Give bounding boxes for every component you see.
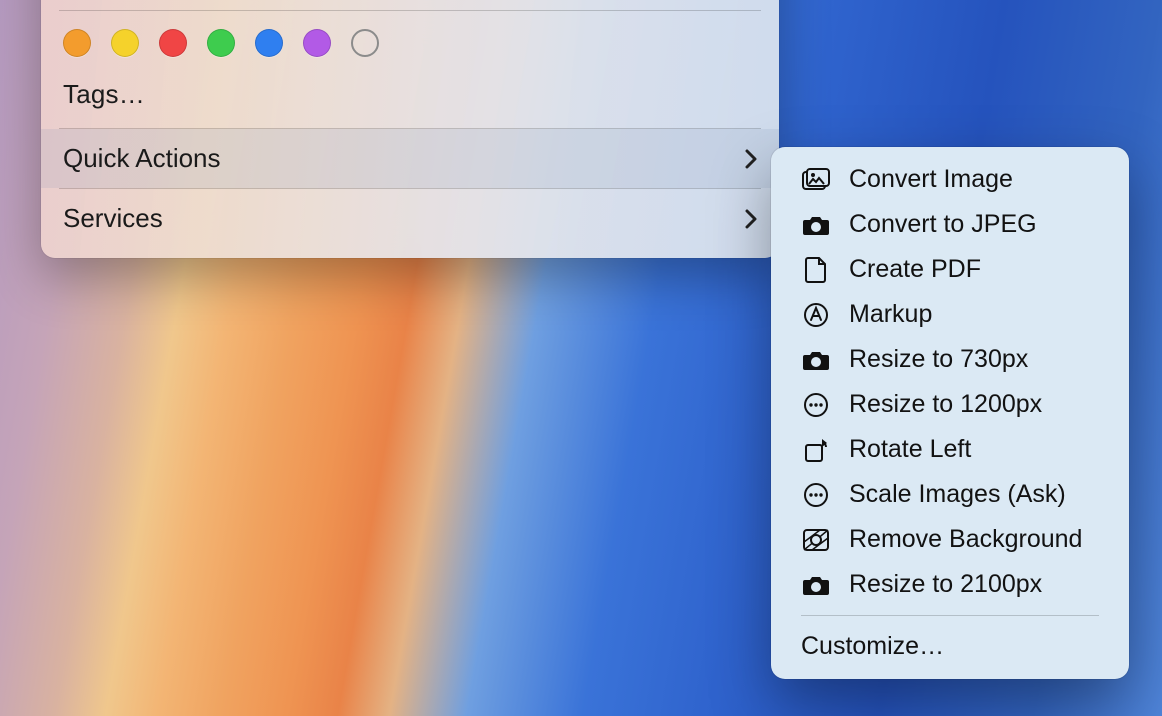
- markup-icon: [801, 302, 831, 328]
- camera-icon: [801, 349, 831, 371]
- submenu-item-label: Convert to JPEG: [849, 210, 1037, 239]
- camera-icon: [801, 214, 831, 236]
- submenu-item-label: Resize to 2100px: [849, 570, 1042, 599]
- submenu-item-label: Scale Images (Ask): [849, 480, 1066, 509]
- submenu-item-remove-background[interactable]: Remove Background: [771, 517, 1129, 562]
- menu-item-label: Services: [63, 203, 163, 234]
- submenu-item-label: Resize to 730px: [849, 345, 1028, 374]
- submenu-item-resize-2100[interactable]: Resize to 2100px: [771, 562, 1129, 607]
- submenu-item-resize-1200[interactable]: Resize to 1200px: [771, 382, 1129, 427]
- submenu-item-label: Customize…: [801, 632, 944, 661]
- submenu-item-convert-jpeg[interactable]: Convert to JPEG: [771, 202, 1129, 247]
- document-icon: [801, 257, 831, 283]
- desktop-background: Tags… Quick Actions Services Convert Ima…: [0, 0, 1162, 716]
- submenu-item-convert-image[interactable]: Convert Image: [771, 157, 1129, 202]
- quick-actions-menu-item[interactable]: Quick Actions: [41, 129, 779, 188]
- submenu-item-label: Rotate Left: [849, 435, 971, 464]
- tag-blue[interactable]: [255, 29, 283, 57]
- tag-red[interactable]: [159, 29, 187, 57]
- submenu-item-label: Markup: [849, 300, 932, 329]
- submenu-item-label: Remove Background: [849, 525, 1082, 554]
- remove-bg-icon: [801, 528, 831, 552]
- menu-item-label: Quick Actions: [63, 143, 221, 174]
- submenu-item-customize[interactable]: Customize…: [771, 624, 1129, 669]
- tag-purple[interactable]: [303, 29, 331, 57]
- rotate-left-icon: [801, 437, 831, 463]
- chevron-right-icon: [745, 149, 757, 169]
- tag-green[interactable]: [207, 29, 235, 57]
- ellipsis-circle-icon: [801, 482, 831, 508]
- submenu-item-label: Resize to 1200px: [849, 390, 1042, 419]
- tag-none[interactable]: [351, 29, 379, 57]
- submenu-item-label: Convert Image: [849, 165, 1013, 194]
- submenu-item-label: Create PDF: [849, 255, 981, 284]
- menu-upper-offscreen: [41, 0, 779, 10]
- services-menu-item[interactable]: Services: [41, 189, 779, 248]
- submenu-item-resize-730[interactable]: Resize to 730px: [771, 337, 1129, 382]
- submenu-item-markup[interactable]: Markup: [771, 292, 1129, 337]
- quick-actions-submenu: Convert Image Convert to JPEG Create PDF…: [771, 147, 1129, 679]
- ellipsis-circle-icon: [801, 392, 831, 418]
- tags-menu-item[interactable]: Tags…: [41, 73, 779, 128]
- submenu-separator: [801, 615, 1099, 616]
- context-menu: Tags… Quick Actions Services: [41, 0, 779, 258]
- submenu-item-create-pdf[interactable]: Create PDF: [771, 247, 1129, 292]
- submenu-item-rotate-left[interactable]: Rotate Left: [771, 427, 1129, 472]
- camera-icon: [801, 574, 831, 596]
- picture-icon: [801, 168, 831, 192]
- chevron-right-icon: [745, 209, 757, 229]
- tag-yellow[interactable]: [111, 29, 139, 57]
- tag-orange[interactable]: [63, 29, 91, 57]
- tag-color-row: [41, 11, 779, 73]
- submenu-item-scale-images[interactable]: Scale Images (Ask): [771, 472, 1129, 517]
